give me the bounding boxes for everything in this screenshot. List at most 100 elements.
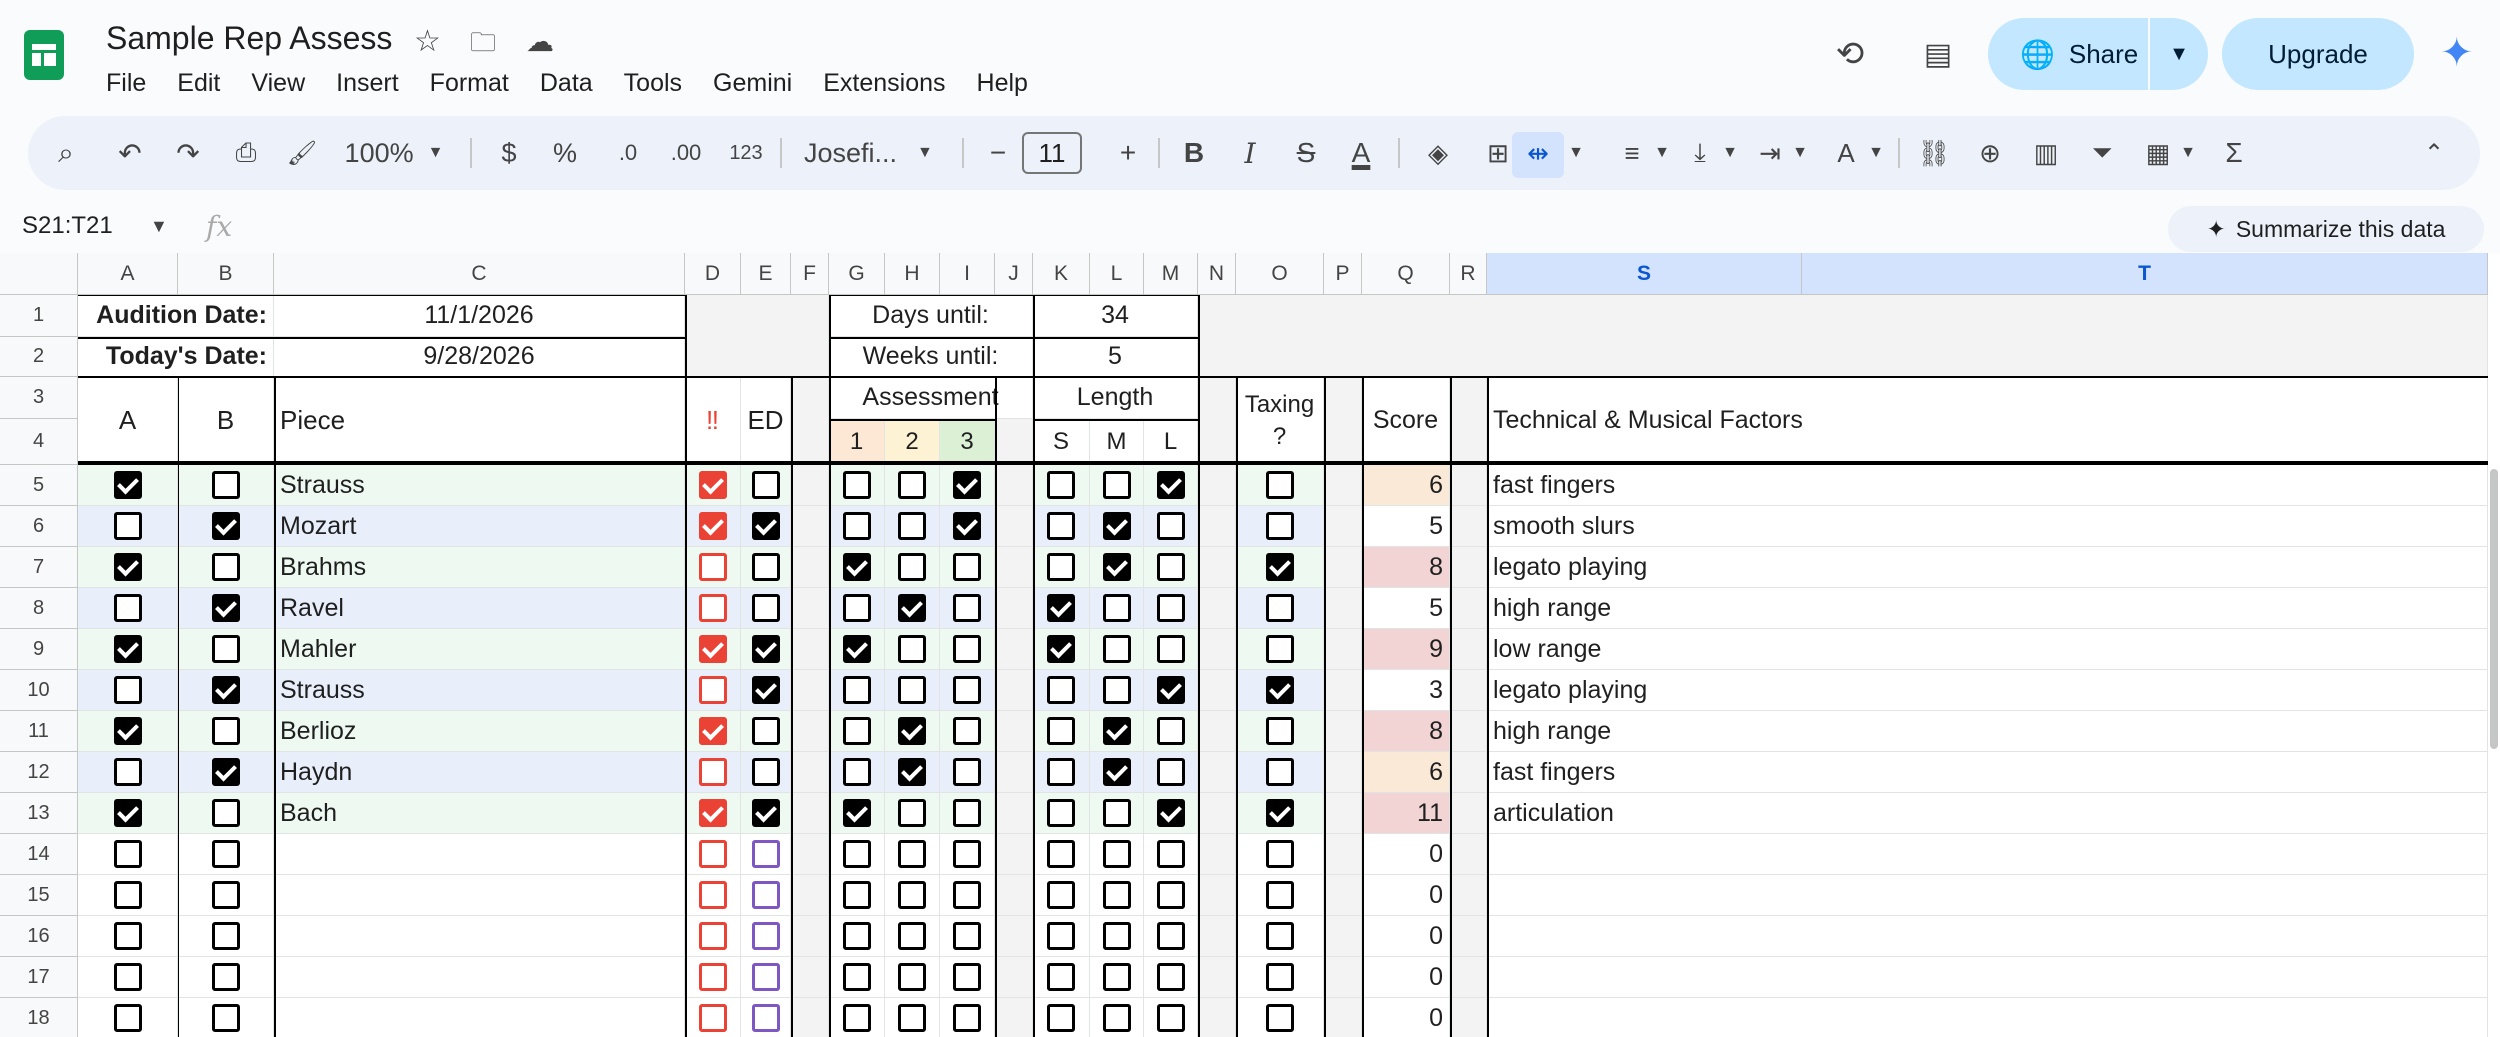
cell-blank-gray[interactable]: [791, 998, 829, 1037]
column-header-t[interactable]: T: [1802, 253, 2488, 295]
checkbox-m[interactable]: [1102, 922, 1131, 950]
checkbox-cell[interactable]: [1033, 834, 1090, 875]
redo-icon[interactable]: ↷: [168, 116, 208, 190]
comments-icon[interactable]: ▤: [1914, 30, 1962, 78]
checkbox-cell[interactable]: [1090, 465, 1144, 506]
cell-blank-gray[interactable]: [1198, 670, 1236, 711]
link-icon[interactable]: ⛓: [1914, 116, 1954, 190]
checkbox-l[interactable]: [1156, 840, 1185, 868]
zoom-select[interactable]: 100% ▼: [345, 116, 444, 190]
row-header-4[interactable]: 4: [0, 419, 78, 465]
cell-blank-gray[interactable]: [995, 998, 1033, 1037]
factor-cell[interactable]: [1487, 916, 2488, 957]
checkbox-a[interactable]: [113, 758, 142, 786]
checkbox-cell[interactable]: [1236, 506, 1324, 547]
days-until-value[interactable]: 34: [1033, 295, 1198, 337]
cell-blank-gray[interactable]: [685, 295, 829, 377]
checkbox-ed[interactable]: [751, 840, 780, 868]
checkbox-cell[interactable]: [940, 998, 995, 1037]
checkbox-cell[interactable]: [885, 875, 940, 916]
name-box[interactable]: S21:T21: [22, 212, 113, 240]
cell-blank-gray[interactable]: [995, 957, 1033, 998]
checkbox-a[interactable]: [113, 881, 142, 909]
cell-blank-gray[interactable]: [1450, 875, 1487, 916]
cell-blank-gray[interactable]: [995, 793, 1033, 834]
cell-blank-gray[interactable]: [995, 465, 1033, 506]
checkbox-cell[interactable]: [1236, 916, 1324, 957]
row-header-9[interactable]: 9: [0, 629, 78, 670]
piece-name[interactable]: Mozart: [274, 506, 685, 547]
factor-cell[interactable]: legato playing: [1487, 547, 2488, 588]
checkbox-cell[interactable]: [1033, 875, 1090, 916]
checkbox-cell[interactable]: [885, 752, 940, 793]
checkbox-cell[interactable]: [1090, 547, 1144, 588]
checkbox-a1[interactable]: [842, 635, 871, 663]
column-header-r[interactable]: R: [1450, 253, 1487, 295]
checkbox-cell[interactable]: [1144, 711, 1198, 752]
checkbox-s[interactable]: [1047, 881, 1075, 909]
cell-blank-gray[interactable]: [1324, 875, 1362, 916]
cell-blank-gray[interactable]: [791, 465, 829, 506]
checkbox-a1[interactable]: [842, 553, 871, 581]
checkbox-cell[interactable]: [1236, 670, 1324, 711]
checkbox-tax[interactable]: [1265, 594, 1294, 622]
checkbox-cell[interactable]: [940, 793, 995, 834]
cell-blank-gray[interactable]: [995, 419, 1033, 465]
header-assess-2[interactable]: 2: [885, 419, 940, 465]
row-header-10[interactable]: 10: [0, 670, 78, 711]
column-header-k[interactable]: K: [1033, 253, 1090, 295]
row-header-12[interactable]: 12: [0, 752, 78, 793]
cell-blank-gray[interactable]: [1324, 547, 1362, 588]
column-header-d[interactable]: D: [685, 253, 741, 295]
checkbox-b[interactable]: [211, 963, 240, 991]
checkbox-cell[interactable]: [829, 752, 885, 793]
row-header-13[interactable]: 13: [0, 793, 78, 834]
gemini-spark-icon[interactable]: ✦: [2440, 30, 2474, 76]
checkbox-a2[interactable]: [898, 922, 926, 950]
comment-icon[interactable]: ⊕: [1970, 116, 2010, 190]
chevron-down-icon[interactable]: ▼: [1790, 116, 1810, 190]
currency-button[interactable]: $: [494, 116, 524, 190]
checkbox-cell[interactable]: [685, 916, 741, 957]
piece-name[interactable]: Brahms: [274, 547, 685, 588]
score-cell[interactable]: 8: [1362, 711, 1450, 752]
checkbox-cell[interactable]: [940, 875, 995, 916]
italic-icon[interactable]: I: [1230, 116, 1270, 190]
checkbox-ed[interactable]: [751, 594, 780, 622]
checkbox-cell[interactable]: [1033, 793, 1090, 834]
checkbox-cell[interactable]: [1090, 588, 1144, 629]
fill-color-icon[interactable]: ◈: [1418, 116, 1458, 190]
score-cell[interactable]: 3: [1362, 670, 1450, 711]
factor-cell[interactable]: [1487, 957, 2488, 998]
checkbox-b[interactable]: [211, 471, 240, 499]
checkbox-a2[interactable]: [898, 717, 926, 745]
cell-blank-gray[interactable]: [1450, 793, 1487, 834]
checkbox-a3[interactable]: [953, 1004, 981, 1032]
factor-cell[interactable]: high range: [1487, 588, 2488, 629]
header-taxing[interactable]: Taxing ?: [1236, 377, 1324, 465]
cell-blank-gray[interactable]: [1198, 506, 1236, 547]
checkbox-cell[interactable]: [78, 998, 178, 1037]
checkbox-s[interactable]: [1047, 799, 1075, 827]
move-folder-icon[interactable]: 🗀: [470, 22, 496, 62]
checkbox-cell[interactable]: [1236, 793, 1324, 834]
checkbox-cell[interactable]: [829, 916, 885, 957]
cell-blank-gray[interactable]: [791, 506, 829, 547]
print-icon[interactable]: ⎙: [226, 116, 266, 190]
score-cell[interactable]: 0: [1362, 834, 1450, 875]
checkbox-cell[interactable]: [685, 752, 741, 793]
checkbox-cell[interactable]: [829, 998, 885, 1037]
checkbox-b[interactable]: [211, 635, 240, 663]
factor-cell[interactable]: legato playing: [1487, 670, 2488, 711]
checkbox-tax[interactable]: [1265, 471, 1294, 499]
checkbox-cell[interactable]: [78, 670, 178, 711]
checkbox-cell[interactable]: [178, 711, 274, 752]
text-wrap-icon[interactable]: ⇥: [1750, 116, 1790, 190]
factor-cell[interactable]: fast fingers: [1487, 465, 2488, 506]
column-header-j[interactable]: J: [995, 253, 1033, 295]
checkbox-cell[interactable]: [78, 547, 178, 588]
checkbox-cell[interactable]: [1144, 916, 1198, 957]
audition-date-value[interactable]: 11/1/2026: [274, 295, 685, 337]
checkbox-m[interactable]: [1102, 676, 1131, 704]
menu-tools[interactable]: Tools: [624, 66, 682, 100]
